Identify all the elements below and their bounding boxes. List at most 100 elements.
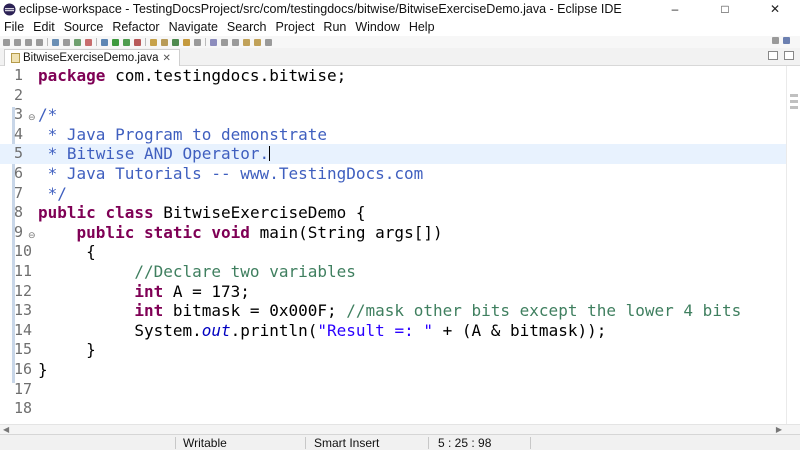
scroll-right-icon[interactable]: ▶	[776, 425, 782, 434]
menu-source[interactable]: Source	[64, 20, 104, 34]
coverage-icon[interactable]	[123, 38, 130, 46]
java-file-icon	[11, 53, 20, 63]
open-task-icon[interactable]	[194, 38, 201, 46]
code-line[interactable]: 14 System.out.println("Result =: " + (A …	[0, 321, 786, 341]
overview-marker[interactable]	[790, 106, 798, 109]
menu-search[interactable]: Search	[227, 20, 267, 34]
minimize-button[interactable]: –	[650, 0, 700, 18]
close-button[interactable]: ✕	[750, 0, 800, 18]
code-line[interactable]: 16}	[0, 360, 786, 380]
code-text[interactable]: * Java Program to demonstrate	[38, 125, 327, 145]
code-text[interactable]: int A = 173;	[38, 282, 250, 302]
line-number: 5	[14, 144, 24, 163]
menu-edit[interactable]: Edit	[33, 20, 55, 34]
line-number: 3	[14, 105, 24, 124]
overview-marker[interactable]	[790, 94, 798, 97]
run-icon[interactable]	[112, 38, 119, 46]
new-package-icon[interactable]	[161, 38, 168, 46]
debug-run-icon[interactable]	[101, 38, 108, 46]
status-separator	[428, 437, 429, 449]
maximize-panel-icon[interactable]	[784, 51, 794, 60]
code-text[interactable]: /*	[38, 105, 57, 125]
code-text[interactable]: * Java Tutorials -- www.TestingDocs.com	[38, 164, 424, 184]
code-text[interactable]: //Declare two variables	[38, 262, 356, 282]
terminate-icon[interactable]	[85, 38, 92, 46]
menu-file[interactable]: File	[4, 20, 24, 34]
code-line[interactable]: 7 */	[0, 184, 786, 204]
search-icon[interactable]	[210, 38, 217, 46]
save-all-icon[interactable]	[25, 38, 32, 46]
code-line[interactable]: 18	[0, 399, 786, 419]
code-text[interactable]: }	[38, 360, 48, 380]
code-text[interactable]: public class BitwiseExerciseDemo {	[38, 203, 366, 223]
status-insert-mode[interactable]: Smart Insert	[314, 436, 379, 450]
debug-icon[interactable]	[52, 38, 59, 46]
status-separator	[305, 437, 306, 449]
code-line[interactable]: 9 ⊖ public static void main(String args[]…	[0, 223, 786, 243]
text-caret	[269, 146, 271, 162]
window-title: eclipse-workspace - TestingDocsProject/s…	[19, 2, 622, 16]
menu-navigate[interactable]: Navigate	[169, 20, 218, 34]
code-line[interactable]: 2	[0, 86, 786, 106]
code-line[interactable]: 17	[0, 380, 786, 400]
code-line[interactable]: 12 int A = 173;	[0, 282, 786, 302]
horizontal-scrollbar[interactable]: ◀ ▶	[0, 424, 800, 434]
line-number: 9	[14, 222, 24, 241]
maximize-button[interactable]: □	[700, 0, 750, 18]
forward-icon[interactable]	[254, 38, 261, 46]
line-number: 16	[14, 360, 33, 378]
code-line[interactable]: 15 }	[0, 340, 786, 360]
code-text[interactable]: }	[38, 340, 96, 360]
code-line[interactable]: 6 * Java Tutorials -- www.TestingDocs.co…	[0, 164, 786, 184]
new-class-icon[interactable]	[172, 38, 179, 46]
save-icon[interactable]	[14, 38, 21, 46]
external-tools-icon[interactable]	[134, 38, 141, 46]
code-line[interactable]: 8 public class BitwiseExerciseDemo {	[0, 203, 786, 223]
line-number: 13	[14, 301, 33, 320]
menu-bar: File Edit Source Refactor Navigate Searc…	[0, 18, 800, 36]
code-text[interactable]: int bitmask = 0x000F; //mask other bits …	[38, 301, 741, 321]
code-line[interactable]: 13 int bitmask = 0x000F; //mask other bi…	[0, 301, 786, 321]
open-type-icon[interactable]	[183, 38, 190, 46]
code-editor[interactable]: 1 package com.testingdocs.bitwise; 2 3 ⊖/* 4 …	[0, 66, 786, 424]
editor-tab[interactable]: BitwiseExerciseDemo.java ✕	[4, 49, 180, 66]
minimize-panel-icon[interactable]	[768, 51, 778, 60]
print-icon[interactable]	[36, 38, 43, 46]
annotation-prev-icon[interactable]	[232, 38, 239, 46]
new-icon[interactable]	[3, 38, 10, 46]
new-java-project-icon[interactable]	[150, 38, 157, 46]
code-line[interactable]: 4 * Java Program to demonstrate	[0, 125, 786, 145]
menu-window[interactable]: Window	[355, 20, 399, 34]
scroll-left-icon[interactable]: ◀	[3, 425, 9, 434]
close-tab-icon[interactable]: ✕	[163, 53, 171, 64]
code-line[interactable]: 3 ⊖/*	[0, 105, 786, 125]
code-line[interactable]: 1 package com.testingdocs.bitwise;	[0, 66, 786, 86]
java-perspective-icon[interactable]	[783, 37, 790, 44]
line-number: 15	[14, 340, 33, 359]
skip-breakpoints-icon[interactable]	[63, 38, 70, 46]
code-text[interactable]: * Bitwise AND Operator.	[38, 144, 271, 164]
open-perspective-icon[interactable]	[772, 37, 779, 44]
annotation-next-icon[interactable]	[221, 38, 228, 46]
code-text[interactable]: public static void main(String args[])	[38, 223, 443, 243]
code-text[interactable]: System.out.println("Result =: " + (A & b…	[38, 321, 606, 341]
line-number: 17	[14, 379, 33, 398]
line-number: 12	[14, 281, 33, 300]
code-line[interactable]: 11 //Declare two variables	[0, 262, 786, 282]
code-text[interactable]: */	[38, 184, 67, 204]
pin-editor-icon[interactable]	[265, 38, 272, 46]
overview-marker[interactable]	[790, 100, 798, 103]
status-cursor-position: 5 : 25 : 98	[438, 436, 492, 450]
menu-project[interactable]: Project	[276, 20, 315, 34]
back-icon[interactable]	[243, 38, 250, 46]
menu-refactor[interactable]: Refactor	[112, 20, 159, 34]
line-number: 11	[14, 262, 33, 280]
code-text[interactable]: {	[38, 242, 96, 262]
menu-help[interactable]: Help	[409, 20, 435, 34]
resume-icon[interactable]	[74, 38, 81, 46]
vertical-scrollbar[interactable]	[786, 66, 800, 424]
code-line[interactable]: 10 {	[0, 242, 786, 262]
code-text[interactable]: package com.testingdocs.bitwise;	[38, 66, 346, 86]
code-line[interactable]: 5 * Bitwise AND Operator.	[0, 144, 786, 164]
menu-run[interactable]: Run	[323, 20, 346, 34]
